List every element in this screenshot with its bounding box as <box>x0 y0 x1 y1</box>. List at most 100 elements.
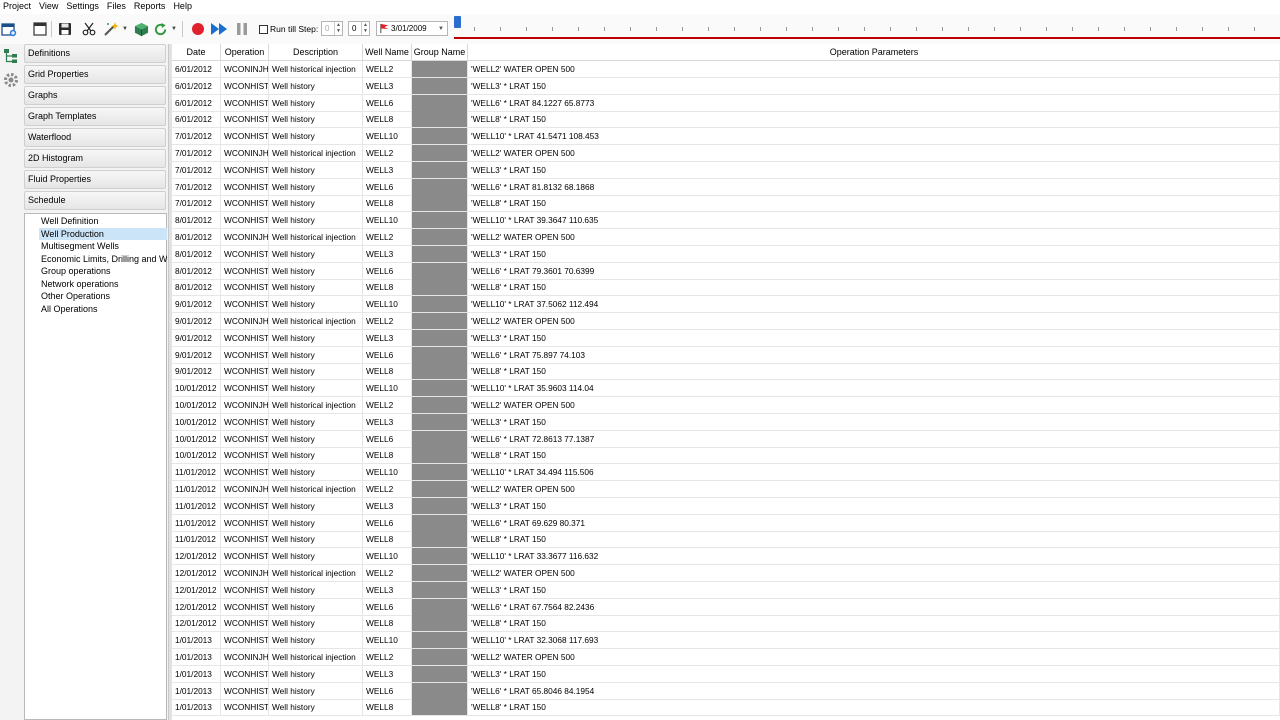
cell-description[interactable]: Well history <box>269 363 363 380</box>
cell-date[interactable]: 1/01/2013 <box>172 649 221 665</box>
table-row[interactable]: 12/01/2012 WCONINJH Well historical inject… <box>172 565 1280 582</box>
cell-group-name[interactable] <box>412 329 468 346</box>
cell-well-name[interactable]: WELL6 <box>363 430 412 447</box>
table-row[interactable]: 11/01/2012 WCONINJH Well historical inject… <box>172 481 1280 498</box>
cell-operation-parameters[interactable]: 'WELL3' * LRAT 150 <box>468 497 1280 514</box>
cell-operation-parameters[interactable]: 'WELL3' * LRAT 150 <box>468 161 1280 178</box>
cell-group-name[interactable] <box>412 548 468 565</box>
cell-date[interactable]: 11/01/2012 <box>172 481 221 497</box>
cell-well-name[interactable]: WELL3 <box>363 413 412 430</box>
cell-operation[interactable]: WCONINJH <box>221 481 269 497</box>
cell-date[interactable]: 9/01/2012 <box>172 363 221 380</box>
cell-well-name[interactable]: WELL10 <box>363 548 412 565</box>
menu-reports[interactable]: Reports <box>131 0 171 13</box>
cell-date[interactable]: 12/01/2012 <box>172 581 221 598</box>
cell-well-name[interactable]: WELL2 <box>363 313 412 329</box>
cell-description[interactable]: Well history <box>269 413 363 430</box>
cell-well-name[interactable]: WELL3 <box>363 161 412 178</box>
table-row[interactable]: 11/01/2012 WCONHIST Well history WELL10 'WEL… <box>172 464 1280 482</box>
table-row[interactable]: 1/01/2013 WCONINJH Well historical injecti… <box>172 649 1280 666</box>
column-header-date[interactable]: Date <box>172 44 221 61</box>
cell-well-name[interactable]: WELL6 <box>363 514 412 531</box>
cell-description[interactable]: Well historical injection <box>269 229 363 245</box>
column-header-operation[interactable]: Operation <box>221 44 269 61</box>
cell-description[interactable]: Well history <box>269 245 363 262</box>
cell-operation[interactable]: WCONHIST <box>221 346 269 363</box>
cell-operation-parameters[interactable]: 'WELL8' * LRAT 150 <box>468 699 1280 716</box>
cell-operation[interactable]: WCONINJH <box>221 565 269 581</box>
cell-description[interactable]: Well historical injection <box>269 397 363 413</box>
step-from-input[interactable]: 0 ▲ ▼ <box>321 21 343 36</box>
cell-operation-parameters[interactable]: 'WELL10' * LRAT 34.494 115.506 <box>468 464 1280 481</box>
cell-well-name[interactable]: WELL6 <box>363 682 412 699</box>
cell-group-name[interactable] <box>412 649 468 665</box>
cell-date[interactable]: 10/01/2012 <box>172 447 221 464</box>
cell-well-name[interactable]: WELL3 <box>363 497 412 514</box>
table-row[interactable]: 6/01/2012 WCONHIST Well history WELL3 'WELL3… <box>172 77 1280 95</box>
table-row[interactable]: 8/01/2012 WCONHIST Well history WELL8 'WELL8… <box>172 279 1280 297</box>
cell-operation-parameters[interactable]: 'WELL8' * LRAT 150 <box>468 447 1280 464</box>
table-row[interactable]: 8/01/2012 WCONHIST Well history WELL10 'WELL… <box>172 212 1280 230</box>
cell-operation[interactable]: WCONINJH <box>221 229 269 245</box>
date-combo[interactable]: 3/01/2009 ▼ <box>376 21 448 36</box>
cell-description[interactable]: Well history <box>269 296 363 313</box>
cell-well-name[interactable]: WELL2 <box>363 481 412 497</box>
cell-operation-parameters[interactable]: 'WELL10' * LRAT 41.5471 108.453 <box>468 128 1280 145</box>
cell-date[interactable]: 11/01/2012 <box>172 497 221 514</box>
cell-group-name[interactable] <box>412 699 468 716</box>
cell-well-name[interactable]: WELL8 <box>363 279 412 296</box>
table-row[interactable]: 9/01/2012 WCONHIST Well history WELL6 'WELL6… <box>172 346 1280 364</box>
cell-description[interactable]: Well historical injection <box>269 145 363 161</box>
cell-description[interactable]: Well history <box>269 380 363 397</box>
cell-operation-parameters[interactable]: 'WELL8' * LRAT 150 <box>468 195 1280 212</box>
cell-operation-parameters[interactable]: 'WELL10' * LRAT 37.5062 112.494 <box>468 296 1280 313</box>
cell-operation-parameters[interactable]: 'WELL2' WATER OPEN 500 <box>468 481 1280 497</box>
cell-operation-parameters[interactable]: 'WELL3' * LRAT 150 <box>468 413 1280 430</box>
table-row[interactable]: 11/01/2012 WCONHIST Well history WELL6 'WELL… <box>172 514 1280 532</box>
section-definitions[interactable]: Definitions <box>24 44 166 63</box>
cell-date[interactable]: 6/01/2012 <box>172 61 221 77</box>
scissors-icon[interactable] <box>80 20 98 38</box>
new-project-icon[interactable] <box>0 20 18 38</box>
section-schedule[interactable]: Schedule <box>24 191 166 210</box>
cell-operation-parameters[interactable]: 'WELL3' * LRAT 150 <box>468 665 1280 682</box>
cell-operation-parameters[interactable]: 'WELL8' * LRAT 150 <box>468 111 1280 128</box>
tree-item-economic-limits[interactable]: Economic Limits, Drilling and Workover <box>39 253 167 265</box>
cell-date[interactable]: 8/01/2012 <box>172 245 221 262</box>
cell-date[interactable]: 10/01/2012 <box>172 430 221 447</box>
cell-well-name[interactable]: WELL6 <box>363 262 412 279</box>
cell-well-name[interactable]: WELL6 <box>363 94 412 111</box>
cell-operation-parameters[interactable]: 'WELL6' * LRAT 72.8613 77.1387 <box>468 430 1280 447</box>
cell-date[interactable]: 9/01/2012 <box>172 346 221 363</box>
cell-date[interactable]: 12/01/2012 <box>172 598 221 615</box>
cell-operation-parameters[interactable]: 'WELL3' * LRAT 150 <box>468 77 1280 94</box>
table-row[interactable]: 1/01/2013 WCONHIST Well history WELL6 'WELL6… <box>172 682 1280 700</box>
cell-description[interactable]: Well history <box>269 329 363 346</box>
cell-operation-parameters[interactable]: 'WELL6' * LRAT 79.3601 70.6399 <box>468 262 1280 279</box>
pause-icon[interactable] <box>233 20 251 38</box>
cube-icon[interactable] <box>132 20 150 38</box>
cell-well-name[interactable]: WELL2 <box>363 649 412 665</box>
table-row[interactable]: 9/01/2012 WCONINJH Well historical injecti… <box>172 313 1280 330</box>
table-row[interactable]: 11/01/2012 WCONHIST Well history WELL8 'WELL… <box>172 531 1280 549</box>
table-row[interactable]: 1/01/2013 WCONHIST Well history WELL8 'WELL8… <box>172 699 1280 717</box>
cell-description[interactable]: Well history <box>269 514 363 531</box>
table-row[interactable]: 9/01/2012 WCONHIST Well history WELL8 'WELL8… <box>172 363 1280 381</box>
cell-description[interactable]: Well history <box>269 346 363 363</box>
table-row[interactable]: 7/01/2012 WCONHIST Well history WELL6 'WELL6… <box>172 178 1280 196</box>
cell-operation[interactable]: WCONHIST <box>221 296 269 313</box>
cell-group-name[interactable] <box>412 598 468 615</box>
cell-description[interactable]: Well history <box>269 212 363 229</box>
cell-well-name[interactable]: WELL8 <box>363 195 412 212</box>
cell-operation-parameters[interactable]: 'WELL6' * LRAT 75.897 74.103 <box>468 346 1280 363</box>
section-fluid-properties[interactable]: Fluid Properties <box>24 170 166 189</box>
cell-well-name[interactable]: WELL10 <box>363 464 412 481</box>
cell-well-name[interactable]: WELL2 <box>363 229 412 245</box>
gear-icon[interactable] <box>2 71 20 89</box>
table-row[interactable]: 10/01/2012 WCONHIST Well history WELL6 'WELL… <box>172 430 1280 448</box>
cell-operation[interactable]: WCONHIST <box>221 178 269 195</box>
cell-operation[interactable]: WCONHIST <box>221 615 269 632</box>
cell-description[interactable]: Well history <box>269 94 363 111</box>
cell-group-name[interactable] <box>412 128 468 145</box>
record-icon[interactable] <box>189 20 207 38</box>
